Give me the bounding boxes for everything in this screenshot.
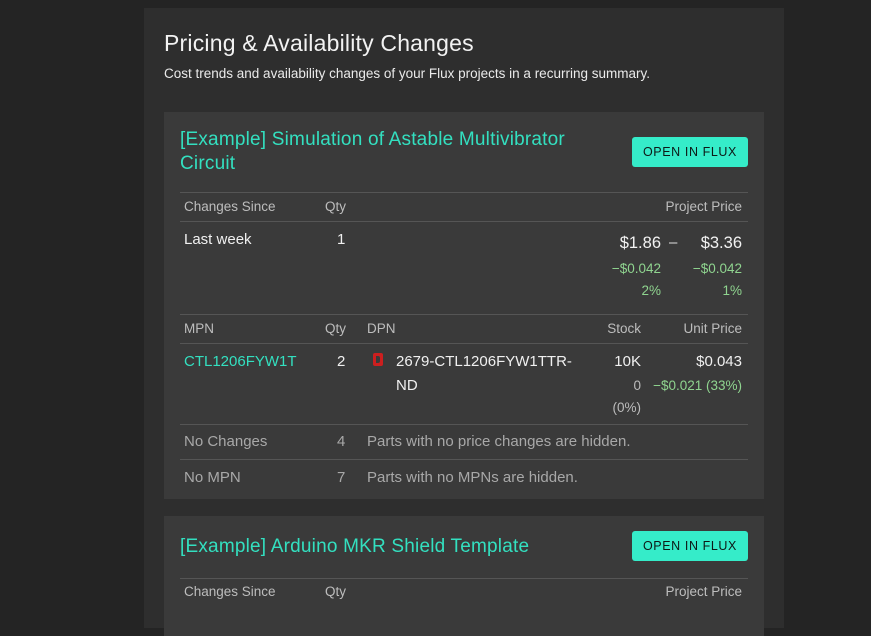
divider xyxy=(180,578,748,579)
digikey-icon xyxy=(373,353,383,366)
project-title[interactable]: [Example] Arduino MKR Shield Template xyxy=(180,535,529,559)
divider xyxy=(180,343,748,344)
changes-since-value: Last week xyxy=(184,231,252,248)
header-mpn: MPN xyxy=(184,321,214,336)
price-high-pct: 1% xyxy=(722,283,742,298)
header-dpn: DPN xyxy=(367,321,396,336)
open-in-flux-button[interactable]: OPEN IN FLUX xyxy=(631,531,748,561)
divider xyxy=(180,314,748,315)
price-low-delta: −$0.042 xyxy=(611,261,661,276)
project-title[interactable]: [Example] Simulation of Astable Multivib… xyxy=(180,128,620,176)
header-changes-since: Changes Since xyxy=(184,584,276,599)
qty-value: 1 xyxy=(337,231,346,248)
note-text: Parts with no price changes are hidden. xyxy=(367,433,631,450)
price-separator: – xyxy=(669,234,678,251)
project-card: [Example] Arduino MKR Shield Template OP… xyxy=(164,516,764,636)
price-high: $3.36 xyxy=(700,234,742,252)
header-changes-since: Changes Since xyxy=(184,199,276,214)
note-count: 4 xyxy=(337,433,346,450)
divider xyxy=(180,424,748,425)
price-low-pct: 2% xyxy=(641,283,661,298)
note-count: 7 xyxy=(337,469,346,486)
project-card: [Example] Simulation of Astable Multivib… xyxy=(164,112,764,499)
stock-pct: (0%) xyxy=(612,400,641,415)
divider xyxy=(180,221,748,222)
header-project-price: Project Price xyxy=(665,199,742,214)
price-low: $1.86 xyxy=(619,234,661,252)
header-qty: Qty xyxy=(325,321,347,336)
mpn-link[interactable]: CTL1206FYW1T xyxy=(184,353,297,370)
header-unit-price: Unit Price xyxy=(683,321,742,336)
stock-value: 10K xyxy=(614,353,641,370)
divider xyxy=(180,459,748,460)
divider xyxy=(180,192,748,193)
email-page: Pricing & Availability Changes Cost tren… xyxy=(144,8,784,636)
open-in-flux-button[interactable]: OPEN IN FLUX xyxy=(631,137,748,167)
header-stock: Stock xyxy=(607,321,641,336)
header-qty: Qty xyxy=(325,584,347,599)
page-title: Pricing & Availability Changes xyxy=(164,30,474,56)
unit-price: $0.043 xyxy=(696,353,742,370)
header-project-price: Project Price xyxy=(665,584,742,599)
note-label: No MPN xyxy=(184,469,241,486)
part-qty: 2 xyxy=(337,353,346,370)
note-text: Parts with no MPNs are hidden. xyxy=(367,469,578,486)
note-label: No Changes xyxy=(184,433,268,450)
price-high-delta: −$0.042 xyxy=(692,261,742,276)
unit-price-delta: −$0.021 (33%) xyxy=(653,378,742,393)
header-qty: Qty xyxy=(325,199,347,214)
dpn-link[interactable]: 2679-CTL1206FYW1TTR- xyxy=(396,353,572,370)
page-subtitle: Cost trends and availability changes of … xyxy=(164,66,650,81)
dpn-link-continued[interactable]: ND xyxy=(396,377,418,394)
stock-delta: 0 xyxy=(633,378,641,393)
